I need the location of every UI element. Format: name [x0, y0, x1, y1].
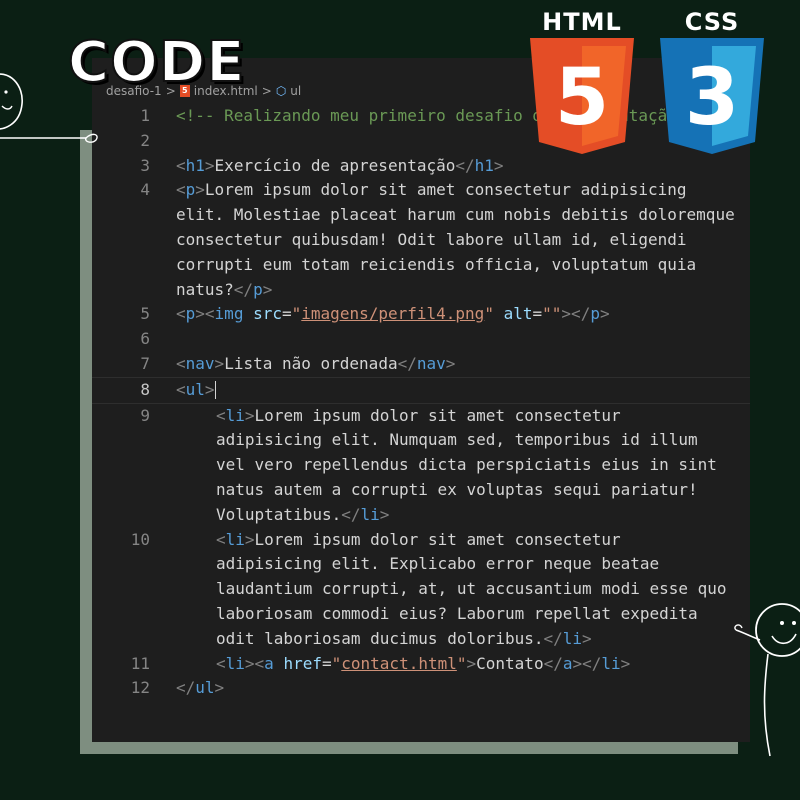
line-number: 10 [130, 529, 150, 549]
attribute-name: src [253, 304, 282, 324]
code-line[interactable]: 7 <nav>Lista não ordenada</nav> [92, 352, 750, 377]
text-cursor [214, 381, 216, 400]
text-content: Lorem ipsum dolor sit amet consectetur a… [216, 405, 727, 524]
html-comment: <!-- Realizando meu primeiro desafio de … [176, 106, 716, 125]
tag-name: nav [185, 353, 215, 373]
code-line[interactable]: 9 <li>Lorem ipsum dolor sit amet consect… [92, 404, 750, 528]
tag-name: li [225, 529, 245, 549]
code-line[interactable]: 12 </ul> [92, 676, 750, 701]
code-line[interactable]: 1 <!-- Realizando meu primeiro desafio d… [92, 104, 750, 129]
code-area[interactable]: 1 <!-- Realizando meu primeiro desafio d… [92, 104, 750, 701]
code-line[interactable]: 2 [92, 129, 750, 154]
html5-number: 5 [555, 53, 609, 143]
line-number: 12 [130, 678, 150, 698]
tag-name: p [590, 304, 600, 324]
tag-name: nav [416, 353, 446, 373]
text-content: Exercício de apresentação [214, 155, 456, 175]
line-number: 6 [140, 329, 150, 349]
code-editor: desafio-1 > 5 index.html > ⬡ ul 1 <!-- R… [92, 58, 750, 742]
line-number: 7 [140, 353, 150, 373]
line-number: 3 [140, 155, 150, 175]
line-number: 5 [140, 304, 150, 324]
html5-badge: HTML 5 [530, 8, 634, 154]
tag-name: ul [195, 678, 215, 698]
tag-name: li [225, 653, 245, 673]
code-line[interactable]: 3 <h1>Exercício de apresentação</h1> [92, 154, 750, 179]
tag-name: h1 [474, 155, 494, 175]
smiley-doodle-left [0, 73, 98, 143]
text-content: Lorem ipsum dolor sit amet consectetur a… [216, 529, 737, 648]
breadcrumb-separator: > [261, 84, 272, 98]
code-line-active[interactable]: 8 <ul> [92, 376, 750, 404]
breadcrumb-symbol[interactable]: ul [290, 84, 301, 98]
css3-number: 3 [685, 53, 739, 143]
tag-name: a [264, 653, 274, 673]
attribute-value-link[interactable]: contact.html [341, 654, 457, 673]
tag-name: li [225, 405, 245, 425]
tag-name: li [360, 504, 380, 524]
symbol-box-icon: ⬡ [275, 84, 287, 98]
attribute-name: href [283, 653, 322, 673]
line-number: 4 [140, 180, 150, 200]
text-content: Contato [476, 653, 544, 673]
code-line[interactable]: 11 <li><a href="contact.html">Contato</a… [92, 652, 750, 677]
code-line[interactable]: 4 <p>Lorem ipsum dolor sit amet consecte… [92, 178, 750, 302]
smiley-doodle-right [734, 603, 800, 757]
code-line[interactable]: 6 [92, 327, 750, 352]
line-number: 11 [130, 653, 150, 673]
tag-name: p [185, 304, 196, 324]
css3-shield-icon: 3 [660, 38, 764, 154]
attribute-name: alt [503, 304, 533, 324]
html-label: HTML [542, 8, 622, 36]
tag-name: li [562, 628, 583, 648]
text-content: Lista não ordenada [224, 353, 398, 373]
css3-badge: CSS 3 [660, 8, 764, 154]
code-line[interactable]: 10 <li>Lorem ipsum dolor sit amet consec… [92, 528, 750, 652]
tag-name: h1 [185, 155, 205, 175]
css-label: CSS [684, 8, 740, 36]
html5-shield-icon: 5 [530, 38, 634, 154]
tag-name: p [185, 180, 196, 200]
line-number: 8 [140, 379, 150, 399]
tag-name: ul [185, 379, 205, 399]
tag-name: p [253, 279, 263, 299]
code-line[interactable]: 5 <p><img src="imagens/perfil4.png" alt=… [92, 302, 750, 327]
attribute-value-link[interactable]: imagens/perfil4.png [301, 304, 484, 323]
tag-name: img [214, 304, 244, 324]
line-number: 9 [140, 405, 150, 425]
tag-name: li [601, 653, 621, 673]
